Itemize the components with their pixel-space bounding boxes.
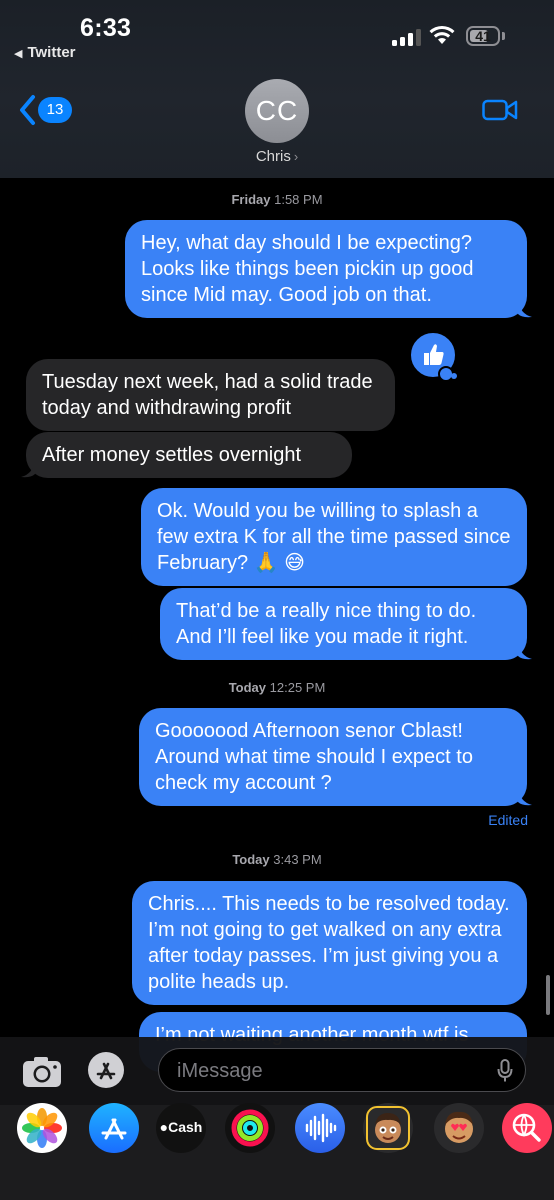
message-text: Hey, what day should I be expecting? Loo…	[141, 232, 474, 306]
status-time: 6:33	[80, 14, 132, 42]
incoming-message[interactable]: Tuesday next week, had a solid trade tod…	[26, 359, 395, 431]
scrollbar[interactable]	[546, 975, 550, 1015]
message-text: Chris.... This needs to be resolved toda…	[148, 893, 510, 993]
outgoing-message[interactable]: Hey, what day should I be expecting? Loo…	[125, 220, 532, 318]
fitness-activity-icon[interactable]	[225, 1103, 275, 1153]
back-button[interactable]: 13	[18, 94, 76, 126]
memoji-stickers-icon[interactable]	[434, 1103, 484, 1153]
message-text: Ok. Would you be willing to splash a few…	[157, 500, 511, 574]
signal-icon	[392, 28, 422, 46]
timestamp: Today 12:25 PM	[228, 680, 326, 695]
memoji-icon[interactable]	[363, 1103, 413, 1153]
voice-memo-audio-icon[interactable]	[295, 1103, 345, 1153]
battery-icon: 41	[466, 26, 500, 46]
app-store-icon	[96, 1062, 116, 1080]
photos-icon	[22, 1108, 62, 1148]
outgoing-message[interactable]: Ok. Would you be willing to splash a few…	[141, 488, 527, 586]
microphone-icon[interactable]	[497, 1059, 513, 1083]
outgoing-message[interactable]: Gooooood Afternoon senor Cblast! Around …	[139, 708, 532, 806]
reaction-tail-dot-small	[451, 373, 457, 379]
facetime-video-icon[interactable]	[482, 98, 518, 122]
message-input[interactable]: iMessage	[158, 1048, 526, 1092]
back-to-app-link[interactable]: ◀ Twitter	[14, 44, 76, 61]
globe-search-icon	[512, 1113, 541, 1142]
message-input-placeholder: iMessage	[177, 1060, 263, 1082]
outgoing-message[interactable]: Chris.... This needs to be resolved toda…	[132, 881, 527, 1005]
chevron-right-icon: ›	[293, 149, 299, 164]
message-text: That’d be a really nice thing to do. And…	[176, 600, 477, 648]
unread-count-badge: 13	[38, 97, 72, 123]
app-store-a-icon	[101, 1118, 127, 1140]
apple-logo-icon: ●	[159, 1119, 169, 1135]
bubble-tail	[518, 642, 532, 660]
activity-rings-icon	[231, 1109, 269, 1147]
web-search-images-icon[interactable]	[502, 1103, 552, 1153]
memoji-face-icon	[366, 1106, 410, 1150]
timestamp: Today 3:43 PM	[232, 852, 322, 867]
contact-avatar[interactable]: CC	[245, 79, 309, 143]
battery-level: 41	[475, 28, 491, 44]
app-store-app-icon[interactable]	[89, 1103, 139, 1153]
message-text: After money settles overnight	[42, 444, 302, 466]
wifi-icon	[429, 25, 455, 44]
bubble-tail	[21, 460, 35, 478]
apple-cash-icon[interactable]: ●Cash	[156, 1103, 206, 1153]
outgoing-message[interactable]: That’d be a really nice thing to do. And…	[160, 588, 532, 660]
chevron-left-icon	[20, 95, 35, 125]
contact-name-label: Chris	[255, 148, 291, 165]
bubble-tail	[518, 300, 532, 318]
message-text: Tuesday next week, had a solid trade tod…	[42, 371, 373, 419]
back-app-label: Twitter	[27, 44, 76, 61]
app-store-button[interactable]	[88, 1052, 124, 1088]
incoming-message[interactable]: After money settles overnight	[21, 432, 352, 478]
camera-icon[interactable]	[20, 1054, 64, 1090]
waveform-icon	[305, 1113, 337, 1143]
bubble-tail	[518, 788, 532, 806]
edited-label[interactable]: Edited	[488, 812, 528, 828]
photos-app-icon[interactable]	[17, 1103, 67, 1153]
message-text: Gooooood Afternoon senor Cblast! Around …	[155, 720, 473, 794]
battery-cap	[502, 32, 505, 40]
cash-label: Cash	[168, 1119, 203, 1135]
memoji-sticker-face-icon	[445, 1111, 473, 1143]
contact-name[interactable]: Chris ›	[0, 148, 554, 165]
timestamp: Friday 1:58 PM	[231, 192, 323, 207]
